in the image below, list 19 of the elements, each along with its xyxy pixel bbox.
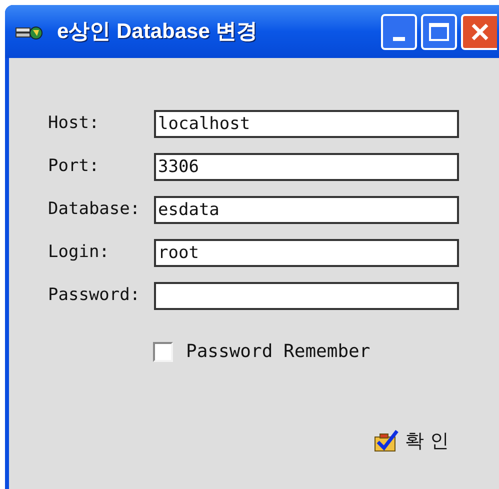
text-field[interactable]	[154, 282, 459, 310]
checkmark-icon	[372, 430, 399, 452]
field-label: Host:	[48, 112, 100, 136]
field-label: Port:	[48, 155, 100, 178]
text-field[interactable]: 3306	[154, 153, 459, 181]
text-field[interactable]: localhost	[154, 110, 459, 138]
field-label: Database:	[48, 198, 142, 222]
ok-button[interactable]: 확 인	[372, 427, 449, 456]
minimize-button[interactable]	[381, 14, 417, 50]
close-button[interactable]	[461, 14, 497, 50]
window-title: e상인 Database 변경	[57, 18, 258, 45]
checkbox[interactable]	[153, 342, 173, 362]
close-icon	[470, 22, 490, 42]
field-label: Login:	[48, 241, 110, 264]
text-field[interactable]: esdata	[154, 196, 459, 224]
checkbox-label[interactable]: Password Remember	[186, 338, 370, 365]
field-label: Password:	[48, 284, 142, 308]
maximize-button[interactable]	[421, 14, 457, 50]
text-field[interactable]: root	[154, 239, 459, 267]
